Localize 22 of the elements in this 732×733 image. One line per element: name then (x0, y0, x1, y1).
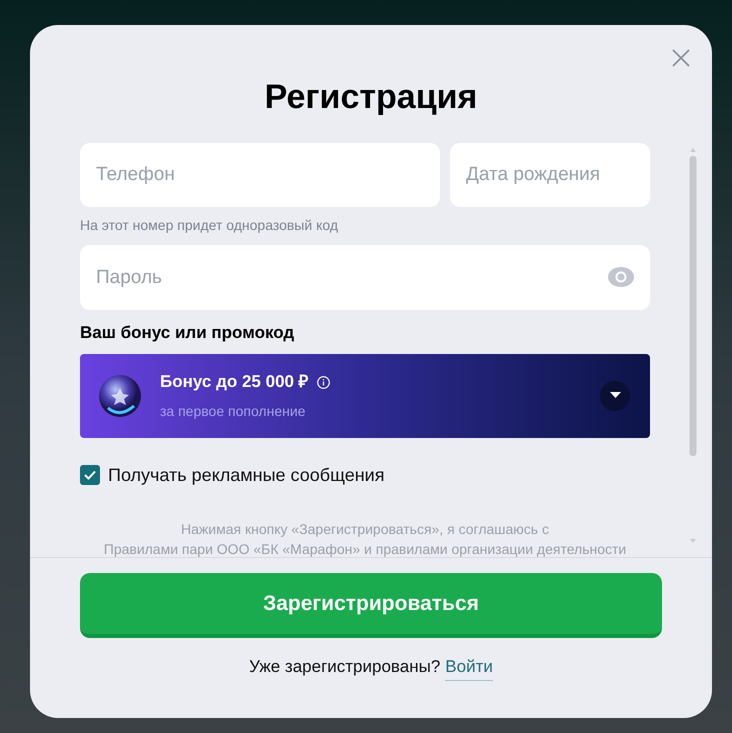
terms-text: Нажимая кнопку «Зарегистрироваться», я соглашаюсь с (180, 520, 550, 538)
checkbox-label: Получать рекламные сообщения (108, 464, 384, 487)
bonus-title: Бонус до 25 000 ₽ (160, 371, 309, 394)
bonus-subtitle: за первое пополнение (160, 402, 306, 421)
register-button[interactable]: Зарегистрироваться (80, 573, 662, 638)
login-link[interactable]: Войти (445, 654, 493, 680)
field-hint: На этот номер придет одноразовый код (80, 216, 340, 235)
login-prompt: Уже зарегистрированы? (249, 656, 440, 678)
close-button[interactable] (672, 49, 690, 67)
dialog-title: Регистрация (264, 77, 478, 118)
date-field[interactable]: Дата рождения (450, 143, 650, 207)
password-field[interactable]: Пароль (80, 245, 650, 310)
check-icon (84, 470, 96, 480)
caret-icon (610, 392, 620, 399)
bonus-card[interactable]: Бонус до 25 000 ₽ за первое пополнение (80, 354, 650, 438)
info-icon[interactable] (316, 376, 330, 388)
phone-field[interactable]: Телефон (80, 143, 440, 207)
dropdown-button[interactable] (600, 380, 630, 410)
ball-icon (98, 374, 142, 418)
terms-text: Правилами пари ООО «БК «Марафон» и правилами организации деятельности (102, 540, 628, 557)
checkbox[interactable] (80, 465, 100, 485)
section-label: Ваш бонус или промокод (80, 322, 296, 344)
